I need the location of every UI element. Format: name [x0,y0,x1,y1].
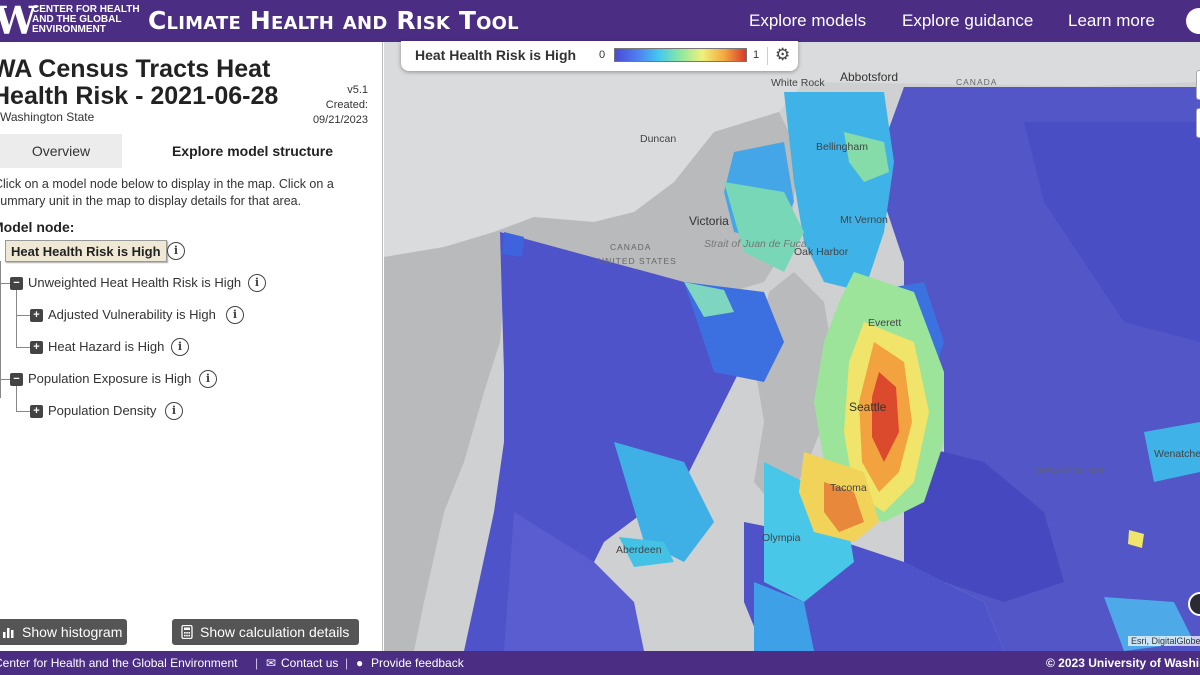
tree-connector [16,386,17,412]
tree-connector [16,290,17,348]
tree-node-adjusted-vulnerability[interactable]: Adjusted Vulnerability is High [48,304,216,326]
university-logo[interactable]: W [0,2,37,40]
footer-feedback-link[interactable]: Provide feedback [371,651,464,675]
model-panel: WA Census Tracts Heat Health Risk - 2021… [0,42,383,651]
legend-color-scale [614,48,747,62]
map-view[interactable]: White Rock Abbotsford CANADA Duncan Bell… [384,42,1200,651]
legend-min: 0 [599,49,606,61]
tree-connector [0,379,10,380]
zoom-out-button[interactable] [1196,108,1200,138]
expand-icon[interactable]: + [30,405,43,418]
map-label-washington: WASHINGTON [1036,465,1105,475]
instructions-text: Click on a model node below to display i… [0,177,334,208]
tree-connector [0,283,10,284]
map-label-seattle: Seattle [849,400,887,414]
created-label: Created: [325,99,368,111]
tree-node-population-exposure[interactable]: Population Exposure is High [28,368,191,390]
info-icon[interactable]: i [248,274,266,292]
map-legend: Heat Health Risk is High 0 1 ⚙ [401,41,798,71]
info-icon[interactable]: i [171,338,189,356]
map-label-tacoma: Tacoma [830,482,867,494]
map-label-olympia: Olympia [762,532,801,544]
model-title: WA Census Tracts Heat Health Risk - 2021… [0,55,279,110]
map-label-everett: Everett [868,317,902,329]
map-label-victoria: Victoria [689,214,729,228]
footer-separator: | [255,656,259,670]
zoom-in-button[interactable] [1196,70,1200,100]
model-version: v5.1 [347,84,368,96]
info-icon[interactable]: i [226,306,244,324]
map-label-aberdeen: Aberdeen [616,544,662,556]
tree-node-heat-health-risk[interactable]: Heat Health Risk is High [5,240,167,262]
choropleth-map[interactable] [384,42,1200,651]
footer: Center for Health and the Global Environ… [0,651,1200,675]
legend-divider [767,47,768,65]
chat-icon: ● [356,656,364,670]
user-menu-button[interactable] [1186,8,1200,34]
tree-node-population-density[interactable]: Population Density [48,400,156,422]
map-label-abbotsford: Abbotsford [840,70,899,84]
gear-icon[interactable]: ⚙ [775,44,790,66]
model-node-heading: Model node: [0,219,75,235]
map-attribution: Esri, DigitalGlobe [1128,636,1200,646]
expand-icon[interactable]: + [30,309,43,322]
expand-icon[interactable]: + [30,341,43,354]
tree-node-heat-hazard[interactable]: Heat Hazard is High [48,336,164,358]
footer-separator: | [345,656,349,670]
model-metadata: v5.1 Created: 09/21/2023 [298,83,368,128]
map-label-mt-vernon: Mt Vernon [840,214,888,226]
map-label-bellingham: Bellingham [816,141,868,153]
collapse-icon[interactable]: − [10,277,23,290]
map-label-duncan: Duncan [640,133,677,145]
org-name[interactable]: Center for Health and the Global Environ… [32,5,142,35]
info-icon[interactable]: i [199,370,217,388]
bar-chart-icon [3,628,14,638]
map-label-oak-harbor: Oak Harbor [794,246,849,258]
legend-max: 1 [753,49,760,61]
map-label-white-rock: White Rock [771,77,825,89]
tree-connector [16,315,30,316]
footer-contact-link[interactable]: Contact us [281,651,338,675]
tab-explore-model-structure[interactable]: Explore model structure [122,134,382,168]
tree-connector [0,261,1,398]
nav-explore-models[interactable]: Explore models [749,0,866,42]
tree-node-unweighted-heat-health-risk[interactable]: Unweighted Heat Health Risk is High [28,272,241,294]
footer-copyright: © 2023 University of Washington [1046,656,1200,670]
legend-title: Heat Health Risk is High [415,47,577,63]
panel-tabs: Overview Explore model structure [0,134,382,168]
map-label-canada-border: CANADA [610,242,652,252]
show-histogram-label: Show histogram [22,624,123,640]
nav-explore-guidance[interactable]: Explore guidance [902,0,1033,42]
app-title[interactable]: Climate Health and Risk Tool [148,7,519,35]
footer-org-link[interactable]: Center for Health and the Global Environ… [0,651,237,675]
map-label-canada: CANADA [956,77,998,87]
top-navigation-bar: W Center for Health and the Global Envir… [0,0,1200,42]
model-region: Washington State [0,110,95,124]
show-histogram-button[interactable]: Show histogram [0,619,127,645]
created-date: 09/21/2023 [312,114,368,126]
tab-overview[interactable]: Overview [0,134,122,168]
nav-learn-more[interactable]: Learn more [1068,0,1155,42]
show-calculation-details-button[interactable]: Show calculation details [172,619,359,645]
show-calculation-details-label: Show calculation details [200,624,350,640]
collapse-icon[interactable]: − [10,373,23,386]
map-label-strait: Strait of Juan de Fuca [704,238,807,250]
tree-connector [16,411,30,412]
map-label-wenatchee: Wenatchee [1154,448,1200,460]
info-icon[interactable]: i [165,402,183,420]
envelope-icon: ✉ [266,656,277,670]
tree-connector [16,347,30,348]
calculator-icon [181,625,193,639]
info-icon[interactable]: i [167,242,185,260]
map-label-united-states: UNITED STATES [598,256,677,266]
